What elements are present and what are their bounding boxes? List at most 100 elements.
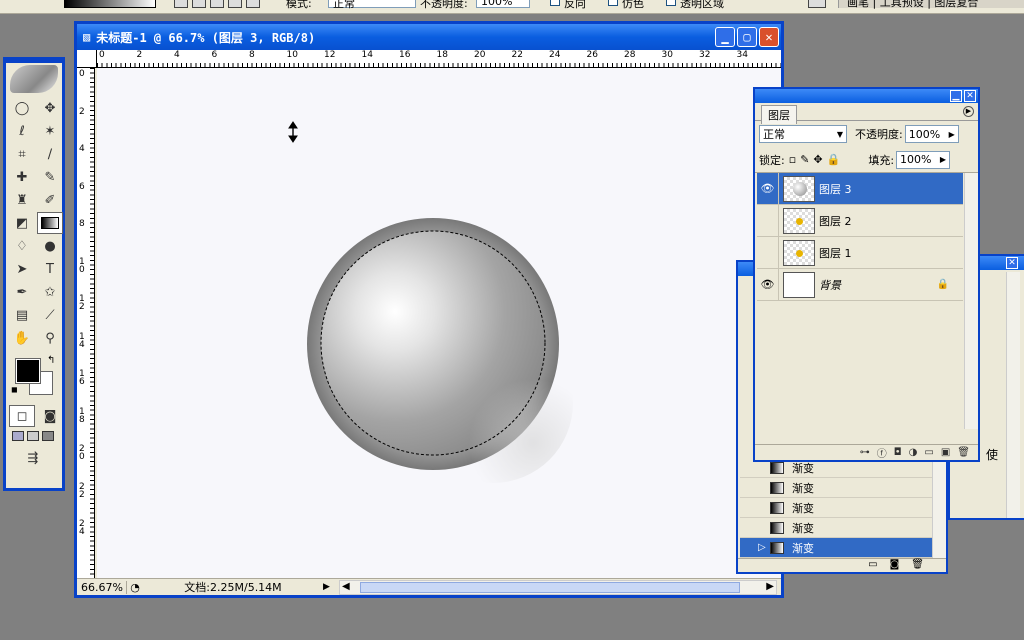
close-button[interactable]: ✕ <box>759 27 779 47</box>
maximize-button[interactable]: ▢ <box>737 27 757 47</box>
eye-icon[interactable]: 👁 <box>757 268 779 301</box>
layer-row-background[interactable]: 👁 背景 🔒 <box>757 268 963 301</box>
slice-tool-icon[interactable]: ∕ <box>37 143 63 165</box>
visibility-toggle[interactable] <box>757 236 779 269</box>
layer-name[interactable]: 图层 3 <box>819 181 852 197</box>
shape-tool-icon[interactable]: ✩ <box>37 281 63 303</box>
diamond-gradient-icon[interactable] <box>246 0 260 8</box>
history-item-current[interactable]: ▷ 渐变 <box>740 538 934 558</box>
panel-close-button[interactable]: ✕ <box>1006 257 1018 269</box>
horizontal-scroll-thumb[interactable] <box>360 581 740 593</box>
scroll-right-icon[interactable]: ▶ <box>766 581 774 592</box>
layer-opacity-input[interactable]: 100% ▶ <box>904 125 959 143</box>
gradient-preview[interactable] <box>64 0 156 8</box>
add-mask-icon[interactable]: ◘ <box>894 447 902 458</box>
layers-panel-title-bar[interactable]: ▁ ✕ <box>755 89 978 103</box>
new-group-icon[interactable]: ▭ <box>924 447 933 458</box>
screen-mode-menu-icon[interactable] <box>27 431 39 441</box>
layer-style-icon[interactable]: ⓕ <box>877 445 887 460</box>
eyedropper-tool-icon[interactable]: ⟋ <box>37 304 63 326</box>
delete-layer-icon[interactable]: 🗑 <box>957 447 970 458</box>
status-menu-arrow-icon[interactable]: ▶ <box>323 582 335 592</box>
document-title-bar[interactable]: ▧ 未标题-1 @ 66.7% (图层 3, RGB/8) ▁ ▢ ✕ <box>77 24 781 50</box>
type-tool-icon[interactable]: T <box>37 258 63 280</box>
visibility-toggle[interactable] <box>757 204 779 237</box>
opacity-input[interactable]: 100% <box>476 0 530 8</box>
panel-menu-icon[interactable]: ▶ <box>963 106 974 117</box>
history-item[interactable]: 渐变 <box>740 518 934 538</box>
photoshop-feather-logo[interactable] <box>10 65 58 93</box>
panel-close-button[interactable]: ✕ <box>964 90 976 102</box>
lock-position-icon[interactable]: ✥ <box>813 153 822 166</box>
file-browser-icon[interactable] <box>808 0 826 8</box>
reflected-gradient-icon[interactable] <box>228 0 242 8</box>
status-info-icon[interactable]: ◔ <box>127 581 143 594</box>
minimize-button[interactable]: ▁ <box>715 27 735 47</box>
scroll-left-icon[interactable]: ◀ <box>342 581 350 592</box>
ruler-origin[interactable] <box>77 50 97 68</box>
dither-checkbox[interactable] <box>608 0 618 6</box>
standard-mode-icon[interactable]: ◻ <box>9 405 35 427</box>
layer-row-layer-1[interactable]: 图层 1 <box>757 236 963 269</box>
delete-state-icon[interactable]: 🗑 <box>911 559 924 572</box>
history-item[interactable]: 渐变 <box>740 498 934 518</box>
healing-brush-tool-icon[interactable]: ✚ <box>9 166 35 188</box>
new-snapshot-icon[interactable]: ◙ <box>890 559 900 572</box>
clone-stamp-tool-icon[interactable]: ♜ <box>9 189 35 211</box>
path-selection-tool-icon[interactable]: ➤ <box>9 258 35 280</box>
actions-scrollbar[interactable] <box>1006 272 1020 518</box>
screen-mode-standard-icon[interactable] <box>12 431 24 441</box>
panel-minimize-button[interactable]: ▁ <box>950 90 962 102</box>
mode-select[interactable]: 正常 <box>328 0 416 10</box>
swap-colors-icon[interactable]: ↰ <box>47 355 55 366</box>
screen-mode-full-icon[interactable] <box>42 431 54 441</box>
layer-row-layer-2[interactable]: 图层 2 <box>757 204 963 237</box>
palette-well[interactable]: 画笔 | 工具预设 | 图层复合 <box>838 0 1024 9</box>
zoom-tool-icon[interactable]: ⚲ <box>37 327 63 349</box>
layer-row-layer-3[interactable]: 👁 图层 3 <box>757 172 963 205</box>
foreground-color-swatch[interactable] <box>15 358 41 384</box>
quick-mask-mode-icon[interactable]: ◙ <box>37 405 63 427</box>
notes-tool-icon[interactable]: ▤ <box>9 304 35 326</box>
lock-all-icon[interactable]: 🔒 <box>827 153 841 166</box>
layer-name[interactable]: 图层 1 <box>819 245 852 261</box>
dodge-tool-icon[interactable]: ● <box>37 235 63 257</box>
marquee-tool-icon[interactable]: ◯ <box>9 97 35 119</box>
linear-gradient-icon[interactable] <box>174 0 188 8</box>
canvas[interactable] <box>97 68 781 578</box>
lock-transparency-icon[interactable]: ▫ <box>789 153 796 166</box>
adjustment-layer-icon[interactable]: ◑ <box>909 447 918 458</box>
eye-icon[interactable]: 👁 <box>757 172 779 205</box>
history-brush-tool-icon[interactable]: ✐ <box>37 189 63 211</box>
lasso-tool-icon[interactable]: ℓ <box>9 120 35 142</box>
history-item[interactable]: 渐变 <box>740 478 934 498</box>
horizontal-scrollbar[interactable]: ◀ ▶ <box>339 579 777 595</box>
vertical-ruler[interactable]: 0 2 4 6 8 10 12 14 16 18 20 22 24 <box>77 68 95 578</box>
layer-name[interactable]: 背景 <box>819 277 841 293</box>
default-colors-icon[interactable]: ◼ <box>11 385 18 394</box>
lock-pixels-icon[interactable]: ✎ <box>800 153 809 166</box>
gradient-tool-icon[interactable] <box>37 212 63 234</box>
tab-layers[interactable]: 图层 <box>761 105 797 124</box>
crop-tool-icon[interactable]: ⌗ <box>9 143 35 165</box>
move-tool-icon[interactable]: ✥ <box>37 97 63 119</box>
magic-wand-tool-icon[interactable]: ✶ <box>37 120 63 142</box>
pen-tool-icon[interactable]: ✒ <box>9 281 35 303</box>
new-document-icon[interactable]: ▭ <box>868 559 877 572</box>
zoom-level[interactable]: 66.67% <box>77 580 127 594</box>
layer-name[interactable]: 图层 2 <box>819 213 852 229</box>
transparency-checkbox[interactable] <box>666 0 676 6</box>
blur-tool-icon[interactable]: ♢ <box>9 235 35 257</box>
reverse-checkbox[interactable] <box>550 0 560 6</box>
link-layers-icon[interactable]: ⊶ <box>860 447 870 458</box>
angle-gradient-icon[interactable] <box>210 0 224 8</box>
radial-gradient-icon[interactable] <box>192 0 206 8</box>
hand-tool-icon[interactable]: ✋ <box>9 327 35 349</box>
new-layer-icon[interactable]: ▣ <box>941 447 950 458</box>
eraser-tool-icon[interactable]: ◩ <box>9 212 35 234</box>
horizontal-ruler[interactable]: 0 2 4 6 8 10 12 14 16 18 20 22 24 26 28 30 32 34 <box>97 50 781 68</box>
jump-to-imageready-icon[interactable]: ⇶ <box>20 447 46 469</box>
layers-scrollbar[interactable] <box>964 173 978 429</box>
blend-mode-select[interactable]: 正常 ▼ <box>759 125 847 143</box>
fill-input[interactable]: 100% ▶ <box>896 150 951 169</box>
